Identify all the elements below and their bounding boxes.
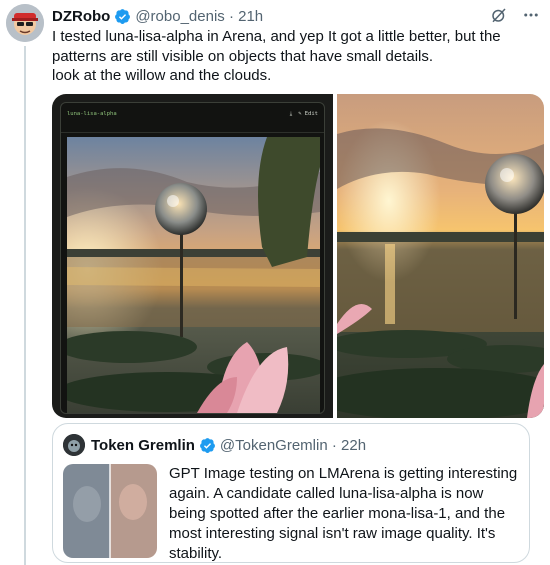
thread-line bbox=[24, 46, 26, 565]
download-icon: ⤓ bbox=[289, 111, 293, 117]
quoted-author-display-name[interactable]: Token Gremlin bbox=[91, 437, 195, 454]
quoted-author-handle[interactable]: @TokenGremlin bbox=[220, 437, 328, 454]
arena-ui-bar: luna-lisa-alpha ⤓ ✎ Edit bbox=[61, 103, 324, 133]
media-image-right[interactable] bbox=[337, 94, 544, 418]
more-icon[interactable] bbox=[522, 6, 540, 24]
quoted-separator-dot: · bbox=[327, 436, 342, 454]
quoted-tweet-header: Token Gremlin @TokenGremlin · 22h bbox=[63, 434, 519, 456]
edit-label: Edit bbox=[304, 111, 318, 117]
grok-icon[interactable] bbox=[490, 6, 508, 24]
author-display-name[interactable]: DZRobo bbox=[52, 8, 110, 25]
quoted-tweet-text: GPT Image testing on LMArena is getting … bbox=[169, 465, 518, 562]
quoted-author-avatar[interactable] bbox=[63, 434, 85, 456]
arena-ui-frame: luna-lisa-alpha ⤓ ✎ Edit bbox=[60, 102, 325, 414]
author-avatar-image bbox=[6, 4, 44, 42]
tweet-header: DZRobo @robo_denis · 21h bbox=[52, 6, 540, 26]
quoted-thumbnail-image bbox=[63, 464, 157, 558]
edit-icon: ✎ Edit bbox=[298, 111, 318, 117]
tweet-media[interactable]: luna-lisa-alpha ⤓ ✎ Edit bbox=[52, 94, 544, 418]
sunset-lake-image-left bbox=[67, 137, 320, 413]
quoted-tweet-time[interactable]: 22h bbox=[341, 437, 366, 454]
quoted-author-avatar-image bbox=[63, 434, 85, 456]
sunset-lake-image-right bbox=[337, 94, 544, 418]
author-avatar[interactable] bbox=[6, 4, 44, 42]
arena-model-name: luna-lisa-alpha bbox=[67, 111, 117, 117]
quoted-tweet-thumbnail[interactable] bbox=[63, 464, 157, 558]
media-image-left[interactable]: luna-lisa-alpha ⤓ ✎ Edit bbox=[52, 94, 333, 418]
header-actions bbox=[490, 6, 540, 24]
verified-badge-icon bbox=[115, 8, 131, 24]
tweet-time[interactable]: 21h bbox=[238, 8, 263, 25]
tweet-text: I tested luna-lisa-alpha in Arena, and y… bbox=[52, 27, 532, 86]
arena-ui-actions: ⤓ ✎ Edit bbox=[290, 111, 318, 118]
author-handle[interactable]: @robo_denis bbox=[135, 8, 224, 25]
quoted-tweet[interactable]: Token Gremlin @TokenGremlin · 22h GPT Im… bbox=[52, 423, 530, 563]
separator-dot: · bbox=[224, 7, 239, 25]
quoted-verified-badge-icon bbox=[199, 437, 215, 453]
tweet-body: I tested luna-lisa-alpha in Arena, and y… bbox=[52, 28, 501, 84]
